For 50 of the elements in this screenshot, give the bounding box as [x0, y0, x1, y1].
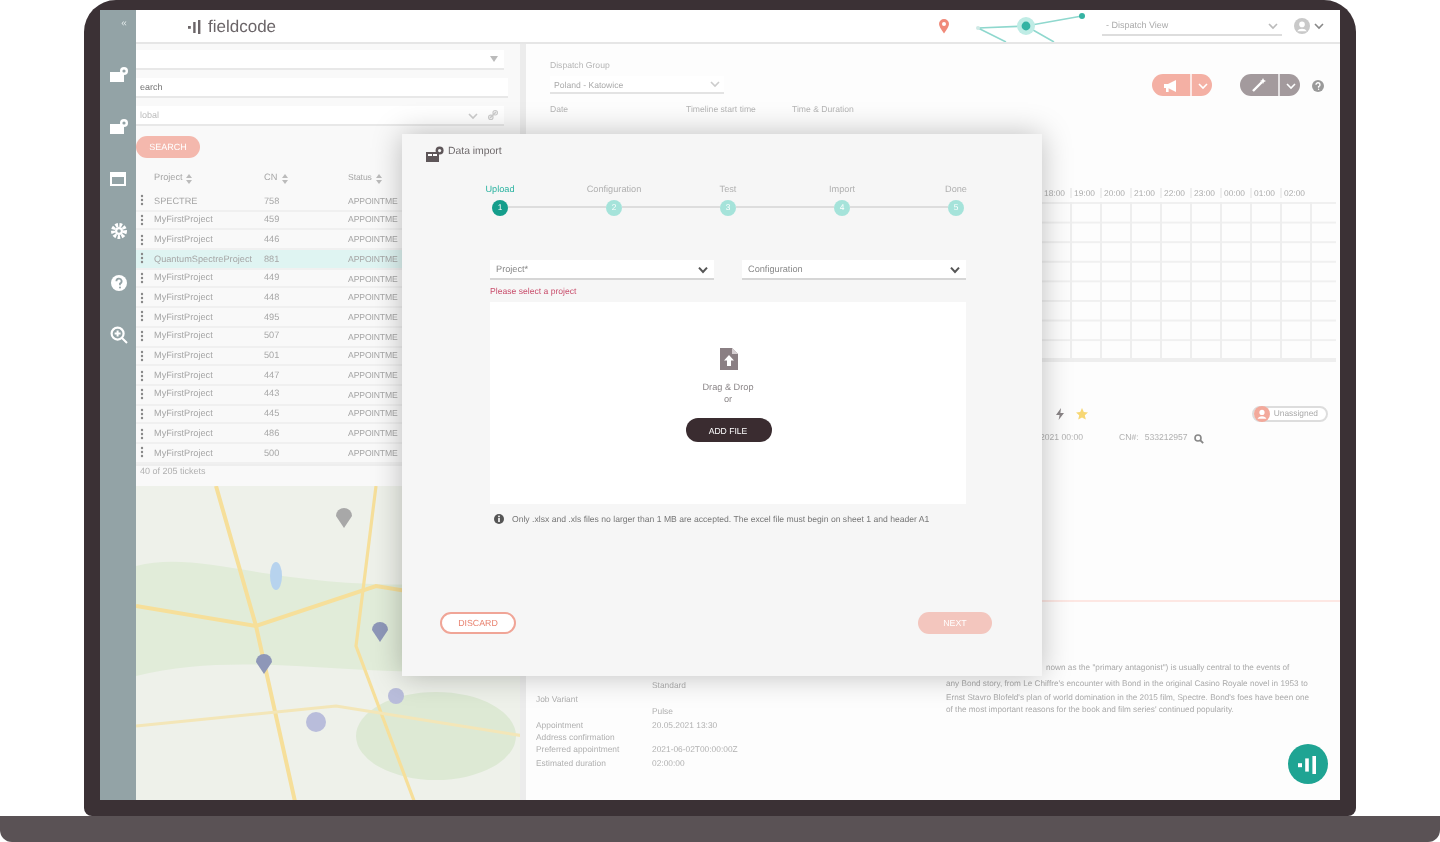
chevron-icon: [950, 265, 960, 273]
lightning-icon: [1056, 408, 1064, 420]
sort-icon: [281, 173, 288, 183]
search-icon[interactable]: [1193, 433, 1204, 443]
avatar-icon: [1253, 406, 1270, 422]
drag-handle-icon[interactable]: [140, 388, 144, 401]
drag-handle-icon[interactable]: [140, 291, 144, 304]
logo-icon: [1298, 755, 1318, 773]
sort-icon: [186, 173, 193, 183]
drag-handle-icon[interactable]: [140, 310, 144, 323]
drag-handle-icon[interactable]: [140, 272, 144, 285]
logo-icon: [188, 19, 202, 33]
chevron-icon: [1197, 81, 1207, 89]
window-icon[interactable]: [109, 170, 127, 188]
cards-gear-icon[interactable]: [109, 118, 127, 136]
tools-button[interactable]: [1240, 74, 1300, 96]
drag-handle-icon[interactable]: [140, 214, 144, 227]
star-icon[interactable]: [1076, 408, 1088, 420]
help-icon[interactable]: [109, 274, 127, 292]
drag-handle-icon[interactable]: [140, 407, 144, 420]
pin-icon: [938, 18, 950, 34]
settings-icon[interactable]: [109, 222, 127, 240]
cards-gear-icon[interactable]: [109, 66, 127, 84]
info-icon: [494, 514, 504, 525]
help-icon[interactable]: [1312, 79, 1324, 91]
logo-text: fieldcode: [208, 15, 277, 37]
chevron-icon: [1285, 81, 1295, 89]
chevron-icon: [468, 111, 478, 119]
chevron-icon: [710, 80, 720, 89]
zoom-icon[interactable]: [109, 326, 127, 344]
chevron-icon: [698, 265, 708, 273]
drag-handle-icon[interactable]: [140, 369, 144, 382]
chevron-icon: [1314, 22, 1324, 30]
user-icon[interactable]: [1294, 18, 1310, 34]
caret-icon: [490, 56, 498, 62]
drag-handle-icon[interactable]: [140, 330, 144, 343]
drag-handle-icon[interactable]: [140, 427, 144, 440]
drag-handle-icon[interactable]: [140, 233, 144, 246]
drag-handle-icon[interactable]: [140, 194, 144, 207]
announce-button[interactable]: [1152, 74, 1212, 96]
link-icon[interactable]: [488, 110, 498, 120]
file-upload-icon: [719, 348, 737, 371]
wand-icon: [1252, 78, 1266, 92]
megaphone-icon: [1164, 79, 1178, 91]
drag-handle-icon[interactable]: [140, 446, 144, 459]
chevron-icon: [1268, 21, 1278, 29]
cards-gear-icon: [426, 145, 444, 161]
sort-icon: [375, 173, 382, 183]
drag-handle-icon[interactable]: [140, 349, 144, 362]
drag-handle-icon[interactable]: [140, 252, 144, 265]
